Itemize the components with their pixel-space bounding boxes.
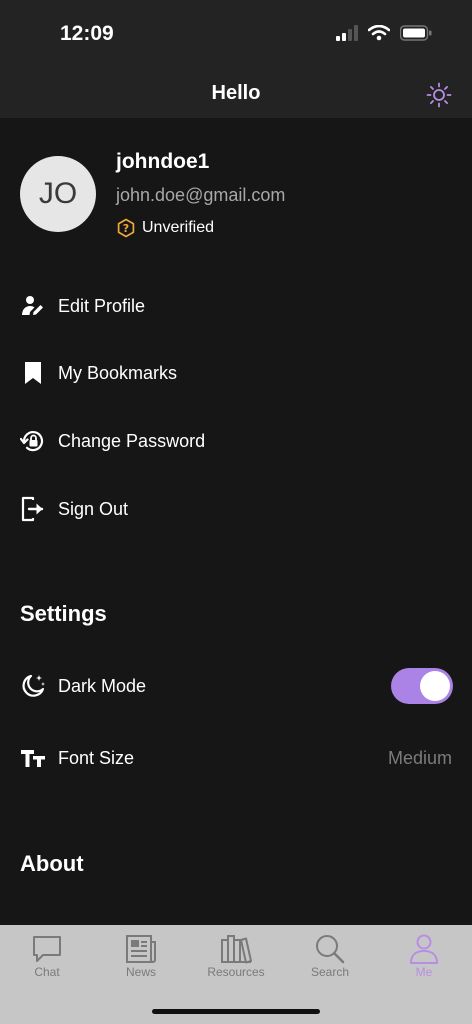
unverified-icon: ? [117, 218, 135, 238]
tab-search[interactable]: Search [290, 933, 370, 979]
change-password-item[interactable]: Change Password [20, 421, 452, 461]
sun-icon [426, 82, 452, 108]
tab-label: Search [310, 965, 350, 979]
tab-label: News [125, 965, 156, 979]
moon-stars-icon [20, 673, 46, 699]
tab-label: Chat [34, 965, 60, 979]
status-icons [336, 24, 432, 46]
about-heading: About [20, 851, 84, 876]
my-bookmarks-item[interactable]: My Bookmarks [20, 353, 452, 393]
profile-card: JO johndoe1 john.doe@gmail.com ? Unverif… [20, 148, 460, 248]
battery-icon [399, 25, 432, 46]
menu-label: Sign Out [58, 498, 129, 519]
tab-label: Resources [207, 965, 265, 979]
menu-label: Change Password [58, 430, 206, 451]
theme-toggle-button[interactable] [426, 82, 452, 108]
tab-news[interactable]: News [101, 933, 181, 979]
dark-mode-toggle[interactable] [391, 668, 453, 704]
chat-icon [7, 933, 87, 965]
menu-label: My Bookmarks [58, 362, 178, 383]
font-size-value[interactable]: Medium [388, 748, 452, 769]
settings-heading: Settings [20, 601, 107, 626]
tab-label: Me [415, 965, 433, 979]
user-icon [384, 933, 464, 965]
signal-icon [336, 25, 358, 46]
toggle-knob [420, 671, 450, 701]
search-icon [290, 933, 370, 965]
sign-out-item[interactable]: Sign Out [20, 489, 452, 529]
verification-status: Unverified [142, 219, 215, 236]
news-icon [101, 933, 181, 965]
sign-out-icon [20, 496, 46, 522]
wifi-icon [367, 24, 391, 46]
edit-profile-item[interactable]: Edit Profile [20, 286, 452, 326]
bookmark-icon [20, 360, 46, 386]
app-header: Hello [0, 70, 472, 118]
status-time: 12:09 [60, 22, 114, 45]
books-icon [196, 933, 276, 965]
tab-chat[interactable]: Chat [7, 933, 87, 979]
font-size-label: Font Size [58, 747, 135, 768]
tab-resources[interactable]: Resources [196, 933, 276, 979]
username: johndoe1 [116, 150, 210, 173]
tab-me[interactable]: Me [384, 933, 464, 979]
dark-mode-label: Dark Mode [58, 675, 147, 696]
svg-text:?: ? [123, 222, 129, 235]
page-title: Hello [211, 82, 261, 104]
lock-reset-icon [20, 428, 46, 454]
menu-label: Edit Profile [58, 295, 146, 316]
verification-badge: ? Unverified [116, 218, 214, 238]
edit-user-icon [20, 293, 46, 319]
avatar: JO [20, 156, 96, 232]
user-email: john.doe@gmail.com [116, 185, 286, 205]
dark-mode-row: Dark Mode [20, 666, 452, 706]
status-bar: 12:09 [0, 0, 472, 70]
font-size-icon [20, 745, 46, 771]
home-indicator [152, 1009, 320, 1014]
